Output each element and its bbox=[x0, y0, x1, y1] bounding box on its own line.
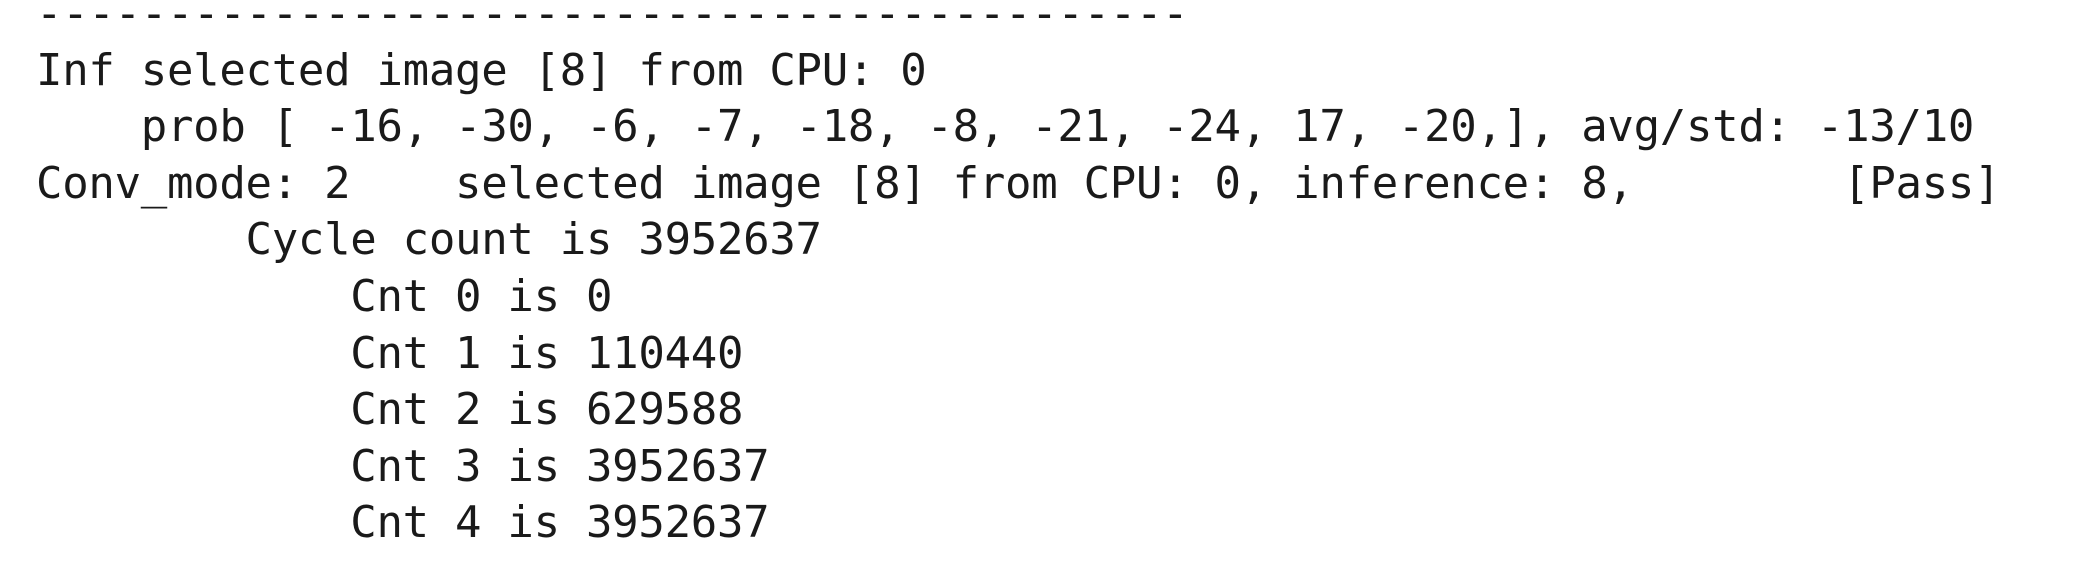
counter-line-3: Cnt 3 is 3952637 bbox=[36, 440, 770, 492]
counter-line-2: Cnt 2 is 629588 bbox=[36, 384, 744, 436]
cycle-count-line: Cycle count is 3952637 bbox=[36, 214, 823, 266]
counter-line-0: Cnt 0 is 0 bbox=[36, 270, 613, 322]
probabilities-line: prob [ -16, -30, -6, -7, -18, -8, -21, -… bbox=[36, 101, 1975, 153]
conv-mode-result-line: Conv_mode: 2 selected image [8] from CPU… bbox=[36, 157, 2001, 209]
separator-line: ----------------------------------------… bbox=[36, 0, 1189, 39]
counter-line-1: Cnt 1 is 110440 bbox=[36, 327, 744, 379]
console-log: ----------------------------------------… bbox=[36, 0, 2001, 552]
inference-line: Inf selected image [8] from CPU: 0 bbox=[36, 44, 927, 96]
counter-line-4: Cnt 4 is 3952637 bbox=[36, 497, 770, 549]
console-output: ----------------------------------------… bbox=[0, 0, 2076, 586]
